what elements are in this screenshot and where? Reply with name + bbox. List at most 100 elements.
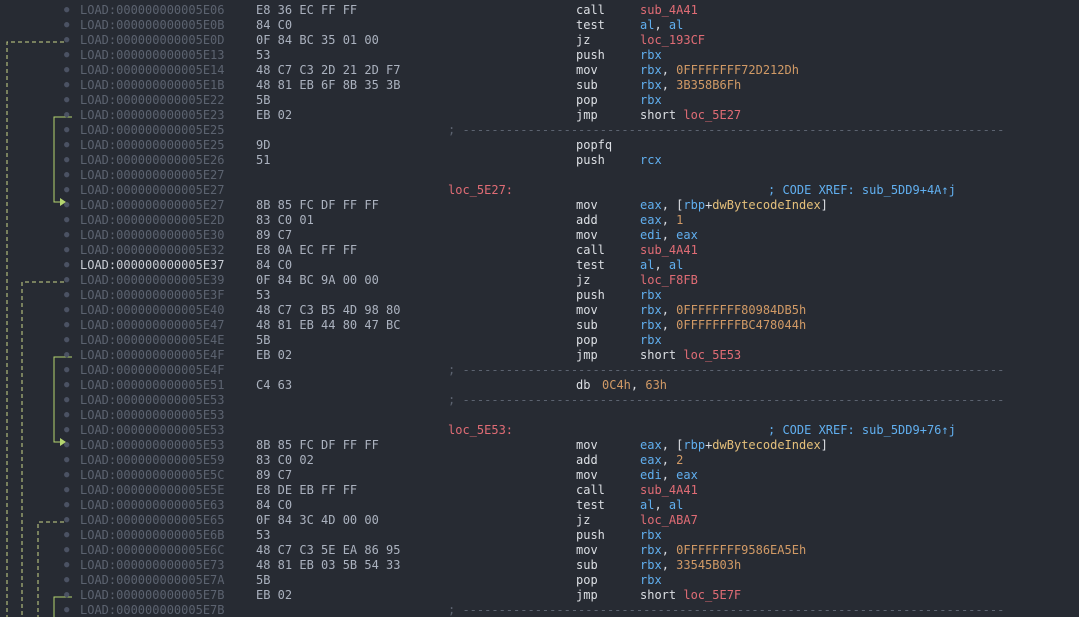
operand-symbol-link[interactable]: sub_4A41 xyxy=(640,3,698,17)
listing-line[interactable]: ● LOAD:000000000005E73 48 81 EB 03 5B 54 3… xyxy=(0,558,1079,573)
line-address[interactable]: LOAD:000000000005E27 xyxy=(80,183,225,198)
line-address[interactable]: LOAD:000000000005E32 xyxy=(80,243,225,258)
line-address[interactable]: LOAD:000000000005E13 xyxy=(80,48,225,63)
listing-line[interactable]: ● LOAD:000000000005E53 8B 85 FC DF FF FF mo… xyxy=(0,438,1079,453)
listing-line[interactable]: ● LOAD:000000000005E2D 83 C0 01 add eax, 1 xyxy=(0,213,1079,228)
line-address[interactable]: LOAD:000000000005E26 xyxy=(80,153,225,168)
listing-line[interactable]: ● LOAD:000000000005E6C 48 C7 C3 5E EA 86 9… xyxy=(0,543,1079,558)
line-address[interactable]: LOAD:000000000005E6B xyxy=(80,528,225,543)
disassembly-view[interactable]: ● LOAD:000000000005E06 E8 36 EC FF FF call s… xyxy=(0,0,1079,617)
listing-line[interactable]: ● LOAD:000000000005E32 E8 0A EC FF FF call s… xyxy=(0,243,1079,258)
line-address[interactable]: LOAD:000000000005E5E xyxy=(80,483,225,498)
operand-symbol-link[interactable]: loc_5E53 xyxy=(683,348,741,362)
listing-line[interactable]: ● LOAD:000000000005E5C 89 C7 mov edi, eax xyxy=(0,468,1079,483)
listing-line[interactable]: ● LOAD:000000000005E53 ; -----------------… xyxy=(0,393,1079,408)
operand-symbol-link[interactable]: loc_5E7F xyxy=(683,588,741,602)
line-address[interactable]: LOAD:000000000005E4F xyxy=(80,363,225,378)
line-address[interactable]: LOAD:000000000005E59 xyxy=(80,453,225,468)
line-address[interactable]: LOAD:000000000005E5C xyxy=(80,468,225,483)
operand-token[interactable]: dwBytecodeIndex xyxy=(712,198,820,212)
line-address[interactable]: LOAD:000000000005E73 xyxy=(80,558,225,573)
listing-line[interactable]: ● LOAD:000000000005E06 E8 36 EC FF FF call s… xyxy=(0,3,1079,18)
line-address[interactable]: LOAD:000000000005E4E xyxy=(80,333,225,348)
listing-line[interactable]: ● LOAD:000000000005E37 84 C0 test al, al xyxy=(0,258,1079,273)
line-address[interactable]: LOAD:000000000005E7A xyxy=(80,573,225,588)
listing-line[interactable]: ● LOAD:000000000005E0D 0F 84 BC 35 01 00 jz… xyxy=(0,33,1079,48)
line-bullet-icon: ● xyxy=(64,50,70,60)
listing-line[interactable]: ● LOAD:000000000005E14 48 C7 C3 2D 21 2D F… xyxy=(0,63,1079,78)
code-label[interactable]: loc_5E27: xyxy=(448,183,513,198)
line-address[interactable]: LOAD:000000000005E37 xyxy=(80,258,225,273)
listing-line[interactable]: ● LOAD:000000000005E53 loc_5E53: ; CODE XRE… xyxy=(0,423,1079,438)
line-address[interactable]: LOAD:000000000005E63 xyxy=(80,498,225,513)
line-address[interactable]: LOAD:000000000005E3F xyxy=(80,288,225,303)
listing-line[interactable]: ● LOAD:000000000005E7B ; -----------------… xyxy=(0,603,1079,617)
line-address[interactable]: LOAD:000000000005E27 xyxy=(80,168,225,183)
listing-line[interactable]: ● LOAD:000000000005E25 ; -----------------… xyxy=(0,123,1079,138)
line-address[interactable]: LOAD:000000000005E53 xyxy=(80,408,225,423)
line-address[interactable]: LOAD:000000000005E06 xyxy=(80,3,225,18)
listing-line[interactable]: ● LOAD:000000000005E7A 5B pop rbx xyxy=(0,573,1079,588)
line-address[interactable]: LOAD:000000000005E25 xyxy=(80,123,225,138)
line-address[interactable]: LOAD:000000000005E4F xyxy=(80,348,225,363)
listing-line[interactable]: ● LOAD:000000000005E51 C4 63 db 0C4h, 63h xyxy=(0,378,1079,393)
line-address[interactable]: LOAD:000000000005E53 xyxy=(80,393,225,408)
line-address[interactable]: LOAD:000000000005E7B xyxy=(80,603,225,617)
line-address[interactable]: LOAD:000000000005E14 xyxy=(80,63,225,78)
operand-symbol-link[interactable]: loc_ABA7 xyxy=(640,513,698,527)
line-address[interactable]: LOAD:000000000005E39 xyxy=(80,273,225,288)
line-address[interactable]: LOAD:000000000005E22 xyxy=(80,93,225,108)
line-address[interactable]: LOAD:000000000005E65 xyxy=(80,513,225,528)
line-bullet-icon: ● xyxy=(64,155,70,165)
operand-symbol-link[interactable]: loc_193CF xyxy=(640,33,705,47)
listing-line[interactable]: ● LOAD:000000000005E53 xyxy=(0,408,1079,423)
line-address[interactable]: LOAD:000000000005E40 xyxy=(80,303,225,318)
listing-line[interactable]: ● LOAD:000000000005E1B 48 81 EB 6F 8B 35 3… xyxy=(0,78,1079,93)
line-address[interactable]: LOAD:000000000005E27 xyxy=(80,198,225,213)
code-xref-comment[interactable]: ; CODE XREF: sub_5DD9+76↑j xyxy=(768,423,956,438)
listing-line[interactable]: ● LOAD:000000000005E47 48 81 EB 44 80 47 B… xyxy=(0,318,1079,333)
listing-line[interactable]: ● LOAD:000000000005E22 5B pop rbx xyxy=(0,93,1079,108)
listing-line[interactable]: ● LOAD:000000000005E13 53 push rbx xyxy=(0,48,1079,63)
line-address[interactable]: LOAD:000000000005E51 xyxy=(80,378,225,393)
line-address[interactable]: LOAD:000000000005E25 xyxy=(80,138,225,153)
listing-line[interactable]: ● LOAD:000000000005E3F 53 push rbx xyxy=(0,288,1079,303)
listing-line[interactable]: ● LOAD:000000000005E23 EB 02 jmp short loc_5… xyxy=(0,108,1079,123)
listing-line[interactable]: ● LOAD:000000000005E6B 53 push rbx xyxy=(0,528,1079,543)
listing-line[interactable]: ● LOAD:000000000005E27 8B 85 FC DF FF FF mo… xyxy=(0,198,1079,213)
line-address[interactable]: LOAD:000000000005E1B xyxy=(80,78,225,93)
listing-line[interactable]: ● LOAD:000000000005E7B EB 02 jmp short loc_5… xyxy=(0,588,1079,603)
listing-line[interactable]: ● LOAD:000000000005E4E 5B pop rbx xyxy=(0,333,1079,348)
listing-line[interactable]: ● LOAD:000000000005E25 9D popfq xyxy=(0,138,1079,153)
listing-line[interactable]: ● LOAD:000000000005E0B 84 C0 test al, al xyxy=(0,18,1079,33)
code-label[interactable]: loc_5E53: xyxy=(448,423,513,438)
line-address[interactable]: LOAD:000000000005E23 xyxy=(80,108,225,123)
listing-line[interactable]: ● LOAD:000000000005E39 0F 84 BC 9A 00 00 jz… xyxy=(0,273,1079,288)
operand-token[interactable]: dwBytecodeIndex xyxy=(712,438,820,452)
line-address[interactable]: LOAD:000000000005E0D xyxy=(80,33,225,48)
operand-symbol-link[interactable]: sub_4A41 xyxy=(640,483,698,497)
line-address[interactable]: LOAD:000000000005E6C xyxy=(80,543,225,558)
listing-line[interactable]: ● LOAD:000000000005E59 83 C0 02 add eax, 2 xyxy=(0,453,1079,468)
listing-line[interactable]: ● LOAD:000000000005E26 51 push rcx xyxy=(0,153,1079,168)
listing-line[interactable]: ● LOAD:000000000005E27 xyxy=(0,168,1079,183)
listing-line[interactable]: ● LOAD:000000000005E40 48 C7 C3 B5 4D 98 8… xyxy=(0,303,1079,318)
listing-line[interactable]: ● LOAD:000000000005E30 89 C7 mov edi, eax xyxy=(0,228,1079,243)
listing-line[interactable]: ● LOAD:000000000005E63 84 C0 test al, al xyxy=(0,498,1079,513)
line-address[interactable]: LOAD:000000000005E2D xyxy=(80,213,225,228)
listing-line[interactable]: ● LOAD:000000000005E27 loc_5E27: ; CODE XRE… xyxy=(0,183,1079,198)
line-address[interactable]: LOAD:000000000005E47 xyxy=(80,318,225,333)
listing-line[interactable]: ● LOAD:000000000005E4F ; -----------------… xyxy=(0,363,1079,378)
operand-symbol-link[interactable]: loc_5E27 xyxy=(683,108,741,122)
listing-line[interactable]: ● LOAD:000000000005E65 0F 84 3C 4D 00 00 jz… xyxy=(0,513,1079,528)
listing-line[interactable]: ● LOAD:000000000005E4F EB 02 jmp short loc_5… xyxy=(0,348,1079,363)
line-address[interactable]: LOAD:000000000005E53 xyxy=(80,423,225,438)
line-address[interactable]: LOAD:000000000005E30 xyxy=(80,228,225,243)
line-address[interactable]: LOAD:000000000005E0B xyxy=(80,18,225,33)
code-xref-comment[interactable]: ; CODE XREF: sub_5DD9+4A↑j xyxy=(768,183,956,198)
operand-symbol-link[interactable]: loc_F8FB xyxy=(640,273,698,287)
listing-line[interactable]: ● LOAD:000000000005E5E E8 DE EB FF FF call s… xyxy=(0,483,1079,498)
operand-symbol-link[interactable]: sub_4A41 xyxy=(640,243,698,257)
line-address[interactable]: LOAD:000000000005E53 xyxy=(80,438,225,453)
line-address[interactable]: LOAD:000000000005E7B xyxy=(80,588,225,603)
